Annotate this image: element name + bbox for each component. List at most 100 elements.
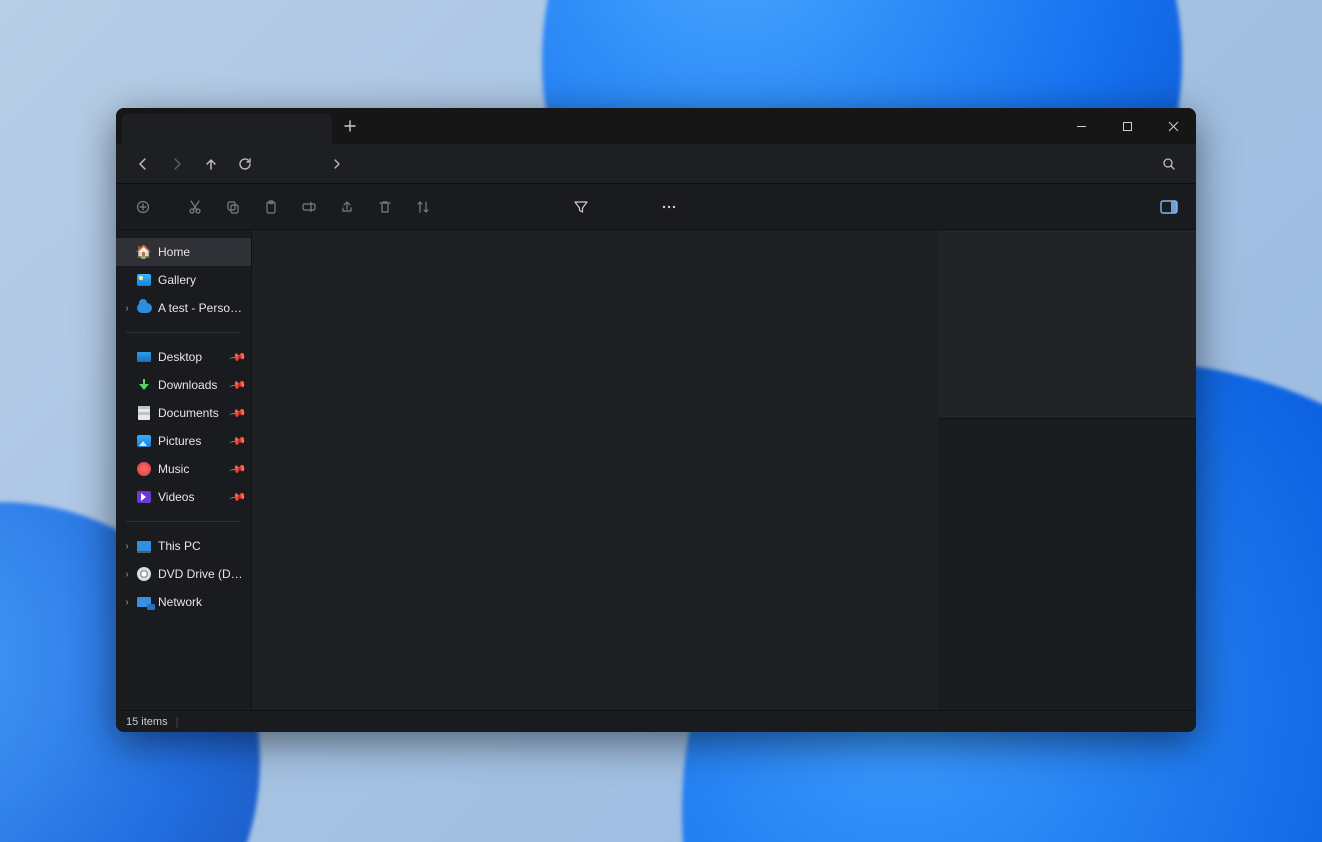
sidebar-item-label: DVD Drive (D:) CCCOMA_X64FRE [158,567,245,581]
active-tab[interactable] [122,114,332,144]
details-pane [938,230,1196,710]
search-button[interactable] [1152,149,1186,179]
sidebar-item-label: Home [158,245,245,259]
sidebar-item-gallery[interactable]: Gallery [116,266,251,294]
status-item-count: 15 items [126,716,168,728]
sidebar-item-videos[interactable]: Videos 📌 [116,483,251,511]
arrow-up-icon [204,157,218,171]
close-icon [1168,121,1179,132]
pc-icon [136,538,152,554]
pin-icon: 📌 [229,460,248,479]
sidebar-item-label: A test - Personal [158,301,245,315]
details-pane-preview [938,230,1196,418]
videos-icon [136,489,152,505]
pin-icon: 📌 [229,348,248,367]
title-bar [116,108,1196,144]
sidebar-item-desktop[interactable]: Desktop 📌 [116,343,251,371]
rename-button [290,190,328,224]
chevron-right-icon[interactable]: › [120,597,134,608]
forward-button [160,149,194,179]
gallery-icon [136,272,152,288]
sidebar-item-music[interactable]: Music 📌 [116,455,251,483]
network-icon [136,594,152,610]
copy-button [214,190,252,224]
new-tab-button[interactable] [336,112,364,140]
chevron-right-icon[interactable]: › [120,541,134,552]
content-area[interactable] [252,230,938,710]
sidebar-item-label: Network [158,595,245,609]
cut-icon [187,199,203,215]
chevron-right-icon[interactable]: › [120,303,134,314]
sidebar-item-dvd-drive[interactable]: › DVD Drive (D:) CCCOMA_X64FRE [116,560,251,588]
chevron-right-icon[interactable]: › [120,569,134,580]
sort-icon [415,199,431,215]
back-button[interactable] [126,149,160,179]
rename-icon [301,199,317,215]
sidebar-item-network[interactable]: › Network [116,588,251,616]
search-icon [1162,157,1176,171]
navigation-bar [116,144,1196,184]
file-explorer-window: 🏠 Home Gallery › A test - Personal [116,108,1196,732]
paste-button [252,190,290,224]
pictures-icon [136,433,152,449]
sort-button [404,190,442,224]
explorer-body: 🏠 Home Gallery › A test - Personal [116,230,1196,710]
sidebar-item-onedrive[interactable]: › A test - Personal [116,294,251,322]
refresh-button[interactable] [228,149,262,179]
paste-icon [263,199,279,215]
sidebar-item-home[interactable]: 🏠 Home [116,238,251,266]
desktop-icon [136,349,152,365]
more-button[interactable] [650,190,688,224]
chevron-right-icon [332,159,342,169]
sidebar-item-label: Music [158,462,231,476]
documents-icon [136,405,152,421]
sidebar-item-this-pc[interactable]: › This PC [116,532,251,560]
sidebar-item-label: Downloads [158,378,231,392]
minimize-button[interactable] [1058,108,1104,144]
sidebar-item-label: Gallery [158,273,245,287]
new-icon [135,199,151,215]
filter-button[interactable] [562,190,600,224]
tab-strip [116,108,1058,144]
share-button [328,190,366,224]
sidebar-separator [126,332,241,333]
up-button[interactable] [194,149,228,179]
dvd-icon [136,566,152,582]
maximize-button[interactable] [1104,108,1150,144]
sidebar-item-label: Documents [158,406,231,420]
delete-button [366,190,404,224]
sidebar-item-pictures[interactable]: Pictures 📌 [116,427,251,455]
more-icon [661,199,677,215]
status-bar: 15 items | [116,710,1196,732]
close-button[interactable] [1150,108,1196,144]
details-pane-icon [1160,200,1178,214]
sidebar-item-label: This PC [158,539,245,553]
sidebar-item-downloads[interactable]: Downloads 📌 [116,371,251,399]
trash-icon [377,199,393,215]
details-pane-info [938,418,1196,710]
command-bar [116,184,1196,230]
pin-icon: 📌 [229,404,248,423]
new-button [124,190,162,224]
arrow-left-icon [136,157,150,171]
minimize-icon [1076,121,1087,132]
pin-icon: 📌 [229,488,248,507]
navigation-pane: 🏠 Home Gallery › A test - Personal [116,230,252,710]
plus-icon [344,120,356,132]
sidebar-item-documents[interactable]: Documents 📌 [116,399,251,427]
share-icon [339,199,355,215]
sidebar-item-label: Videos [158,490,231,504]
copy-icon [225,199,241,215]
maximize-icon [1122,121,1133,132]
pin-icon: 📌 [229,376,248,395]
breadcrumb-caret[interactable] [332,159,342,169]
status-divider: | [176,716,179,728]
window-controls [1058,108,1196,144]
sidebar-item-label: Desktop [158,350,231,364]
arrow-right-icon [170,157,184,171]
home-icon: 🏠 [136,244,152,260]
cloud-icon [136,300,152,316]
details-pane-button[interactable] [1150,190,1188,224]
sidebar-separator [126,521,241,522]
cut-button [176,190,214,224]
